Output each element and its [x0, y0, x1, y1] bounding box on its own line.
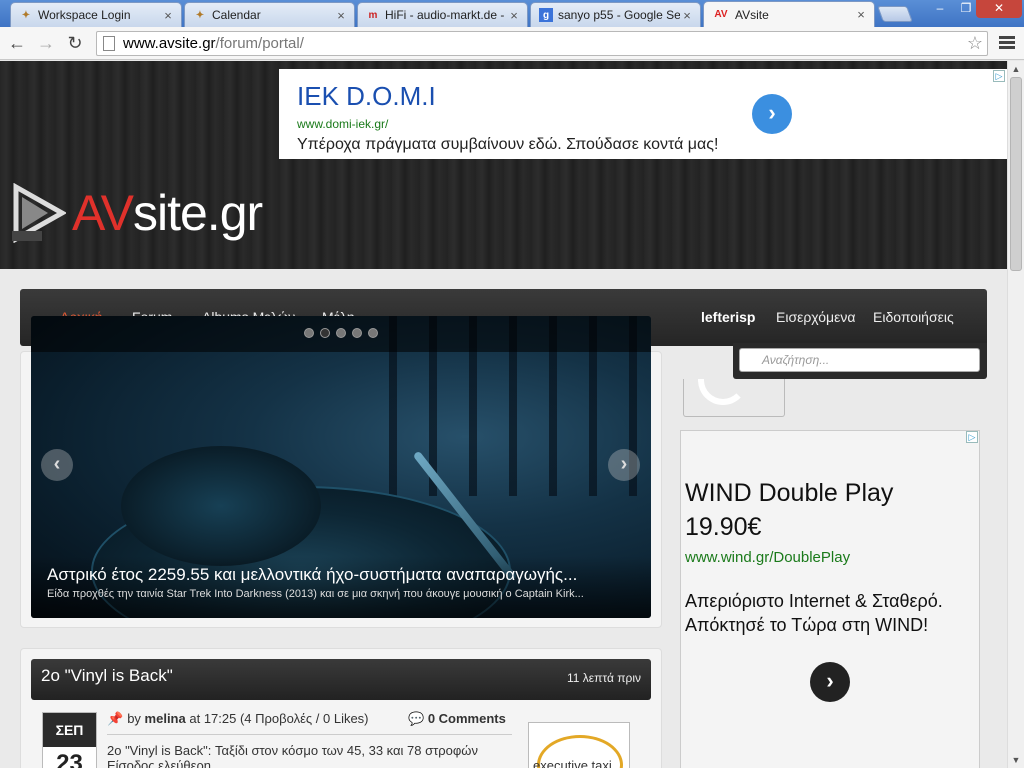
browser-toolbar: ← → ↻ www.avsite.gr/forum/portal/ ☆ [0, 27, 1024, 60]
side-ad-title[interactable]: WIND Double Play 19.90€ [685, 476, 975, 544]
minimize-button[interactable]: – [926, 0, 954, 18]
url-path: /forum/portal/ [215, 35, 304, 52]
close-tab-icon[interactable]: × [507, 8, 521, 23]
post-stats: at 17:25 (4 Προβολές / 0 Likes) [189, 711, 369, 726]
tab-avsite[interactable]: AV AVsite × [703, 1, 875, 27]
top-banner-ad[interactable]: IEK D.O.M.I www.domi-iek.gr/ Υπέροχα πρά… [279, 69, 1007, 159]
slider-prev-button[interactable]: ‹ [41, 449, 73, 481]
nav-inbox[interactable]: Εισερχόμενα [776, 309, 855, 325]
slider-next-button[interactable]: › [608, 449, 640, 481]
pin-icon: 📌 [107, 711, 124, 726]
avsite-icon: AV [714, 9, 728, 20]
nav-notifications[interactable]: Ειδοποιήσεις [873, 309, 954, 325]
post-author[interactable]: melina [145, 711, 186, 726]
bookmark-star-icon[interactable]: ☆ [967, 32, 983, 55]
side-ad-url[interactable]: www.wind.gr/DoublePlay [685, 549, 850, 566]
forward-icon[interactable]: → [34, 31, 58, 55]
slide-caption-subtitle: Είδα προχθές την ταινία Star Trek Into D… [47, 588, 584, 600]
back-icon[interactable]: ← [5, 31, 29, 55]
workspace-icon: ✦ [21, 9, 31, 21]
featured-slider[interactable]: ‹ › Αστρικό έτος 2259.55 και μελλοντικά … [31, 316, 651, 618]
tab-strip: ✦ Workspace Login × ✦ Calendar × m HiFi … [0, 0, 1024, 27]
search-box: Αναζήτηση... [733, 343, 987, 379]
post-time: 11 λεπτά πριν [566, 671, 641, 685]
side-ad[interactable]: WIND Double Play 19.90€ www.wind.gr/Doub… [680, 430, 980, 768]
adchoices-icon[interactable]: ▷ [966, 431, 978, 443]
comments-count[interactable]: 0 Comments [428, 711, 506, 726]
tab-title: sanyo p55 - Google Sear [558, 8, 680, 22]
adchoices-icon[interactable]: ▷ [993, 70, 1005, 82]
post-title[interactable]: 2ο "Vinyl is Back" [41, 666, 173, 686]
scroll-up-icon[interactable]: ▲ [1010, 63, 1022, 75]
loading-spinner-icon [698, 379, 748, 405]
tab-title: Calendar [212, 8, 261, 22]
post-day: 23 [56, 750, 83, 768]
avatar[interactable] [683, 379, 785, 417]
url-host: www.avsite.gr [123, 35, 216, 52]
nav-username[interactable]: lefterisp [701, 309, 755, 325]
menu-icon[interactable] [996, 34, 1018, 52]
reload-icon[interactable]: ↻ [63, 31, 87, 55]
slider-dots [304, 328, 384, 338]
ad-text: Υπέροχα πράγματα συμβαίνουν εδώ. Σπούδασ… [297, 136, 719, 153]
side-ad-text: Απεριόριστο Internet & Σταθερό. Απόκτησέ… [685, 591, 943, 635]
ad-url[interactable]: www.domi-iek.gr/ [297, 117, 388, 131]
post-excerpt: 2ο "Vinyl is Back": Ταξίδι στον κόσμο τω… [107, 743, 478, 768]
address-bar[interactable]: www.avsite.gr/forum/portal/ ☆ [96, 31, 988, 56]
logo-text: AVsite.gr [72, 185, 263, 241]
scroll-thumb[interactable] [1010, 77, 1022, 271]
slider-dot[interactable] [352, 328, 362, 338]
tab-hifi[interactable]: m HiFi - audio-markt.de - Di × [357, 2, 528, 27]
close-tab-icon[interactable]: × [161, 8, 175, 23]
search-input[interactable]: Αναζήτηση... [739, 348, 980, 372]
slider-dot[interactable] [336, 328, 346, 338]
close-tab-icon[interactable]: × [680, 8, 694, 23]
tab-workspace-login[interactable]: ✦ Workspace Login × [10, 2, 182, 27]
slider-dot-active[interactable] [320, 328, 330, 338]
post-separator [107, 734, 512, 735]
close-tab-icon[interactable]: × [854, 7, 868, 22]
logo-play-icon [12, 182, 68, 244]
close-tab-icon[interactable]: × [334, 8, 348, 23]
page-icon [103, 36, 115, 51]
ad-title[interactable]: IEK D.O.M.I [297, 81, 436, 112]
workspace-icon: ✦ [195, 9, 205, 21]
comment-icon: 💬 [408, 711, 425, 726]
slider-dot[interactable] [368, 328, 378, 338]
page-scrollbar[interactable]: ▲ ▼ [1007, 61, 1024, 768]
slide-image-record [121, 446, 321, 566]
post-header: 2ο "Vinyl is Back" 11 λεπτά πριν [31, 659, 651, 700]
post-thumbnail[interactable]: executive taxi [528, 722, 630, 768]
thumbnail-text: executive taxi [533, 758, 612, 768]
slide-caption-title[interactable]: Αστρικό έτος 2259.55 και μελλοντικά ήχο-… [47, 565, 637, 585]
tab-title: Workspace Login [38, 8, 131, 22]
post-by: by [127, 711, 141, 726]
tab-title: AVsite [735, 7, 769, 22]
ad-arrow-button[interactable]: › [752, 94, 792, 134]
post-comments[interactable]: 💬 0 Comments [408, 711, 506, 727]
site-logo[interactable]: AVsite.gr [12, 182, 263, 244]
scroll-down-icon[interactable]: ▼ [1010, 754, 1022, 766]
side-ad-arrow-button[interactable]: › [810, 662, 850, 702]
close-window-button[interactable]: ✕ [976, 0, 1022, 18]
post-month: ΣΕΠ [43, 713, 96, 747]
tab-title: HiFi - audio-markt.de - Di [385, 8, 507, 22]
post-date: ΣΕΠ 23 [42, 712, 97, 768]
audio-markt-icon: m [368, 9, 378, 21]
google-icon: g [539, 8, 553, 22]
new-tab-button[interactable] [877, 6, 913, 22]
slider-dot[interactable] [304, 328, 314, 338]
tab-google[interactable]: g sanyo p55 - Google Sear × [530, 2, 701, 27]
tab-calendar[interactable]: ✦ Calendar × [184, 2, 355, 27]
